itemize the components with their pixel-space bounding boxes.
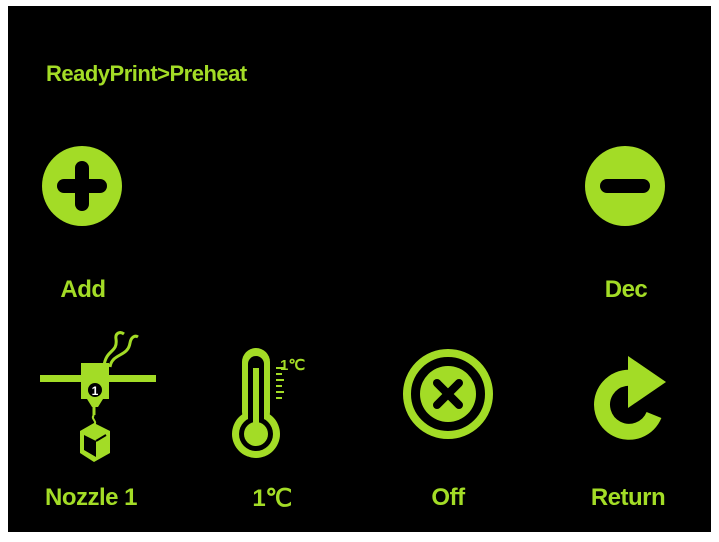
minus-circle-icon — [585, 146, 665, 226]
temperature-button[interactable]: 1℃ 1℃ — [230, 344, 340, 524]
off-button[interactable]: Off — [403, 349, 513, 524]
add-button[interactable]: Add — [40, 146, 150, 316]
return-button[interactable]: Return — [590, 356, 710, 526]
dec-label: Dec — [604, 276, 648, 303]
close-circle-icon — [403, 349, 493, 439]
printer-screen: ReadyPrint>Preheat Add Dec 1 Nozzle 1 1℃… — [8, 6, 711, 532]
nozzle-badge: 1 — [92, 384, 99, 398]
add-label: Add — [60, 276, 106, 303]
nozzle-label: Nozzle 1 — [44, 484, 138, 511]
plus-circle-icon — [42, 146, 122, 226]
thermometer-icon: 1℃ — [232, 348, 305, 458]
return-arrow-icon — [594, 356, 666, 440]
return-label: Return — [590, 484, 666, 511]
breadcrumb: ReadyPrint>Preheat — [46, 61, 247, 86]
temperature-label: 1℃ — [252, 485, 292, 512]
off-label: Off — [431, 484, 465, 511]
dec-button[interactable]: Dec — [583, 146, 693, 316]
temperature-step-label: 1℃ — [280, 357, 305, 374]
nozzle-button[interactable]: 1 Nozzle 1 — [36, 331, 176, 521]
nozzle-extruder-icon: 1 — [40, 331, 156, 462]
